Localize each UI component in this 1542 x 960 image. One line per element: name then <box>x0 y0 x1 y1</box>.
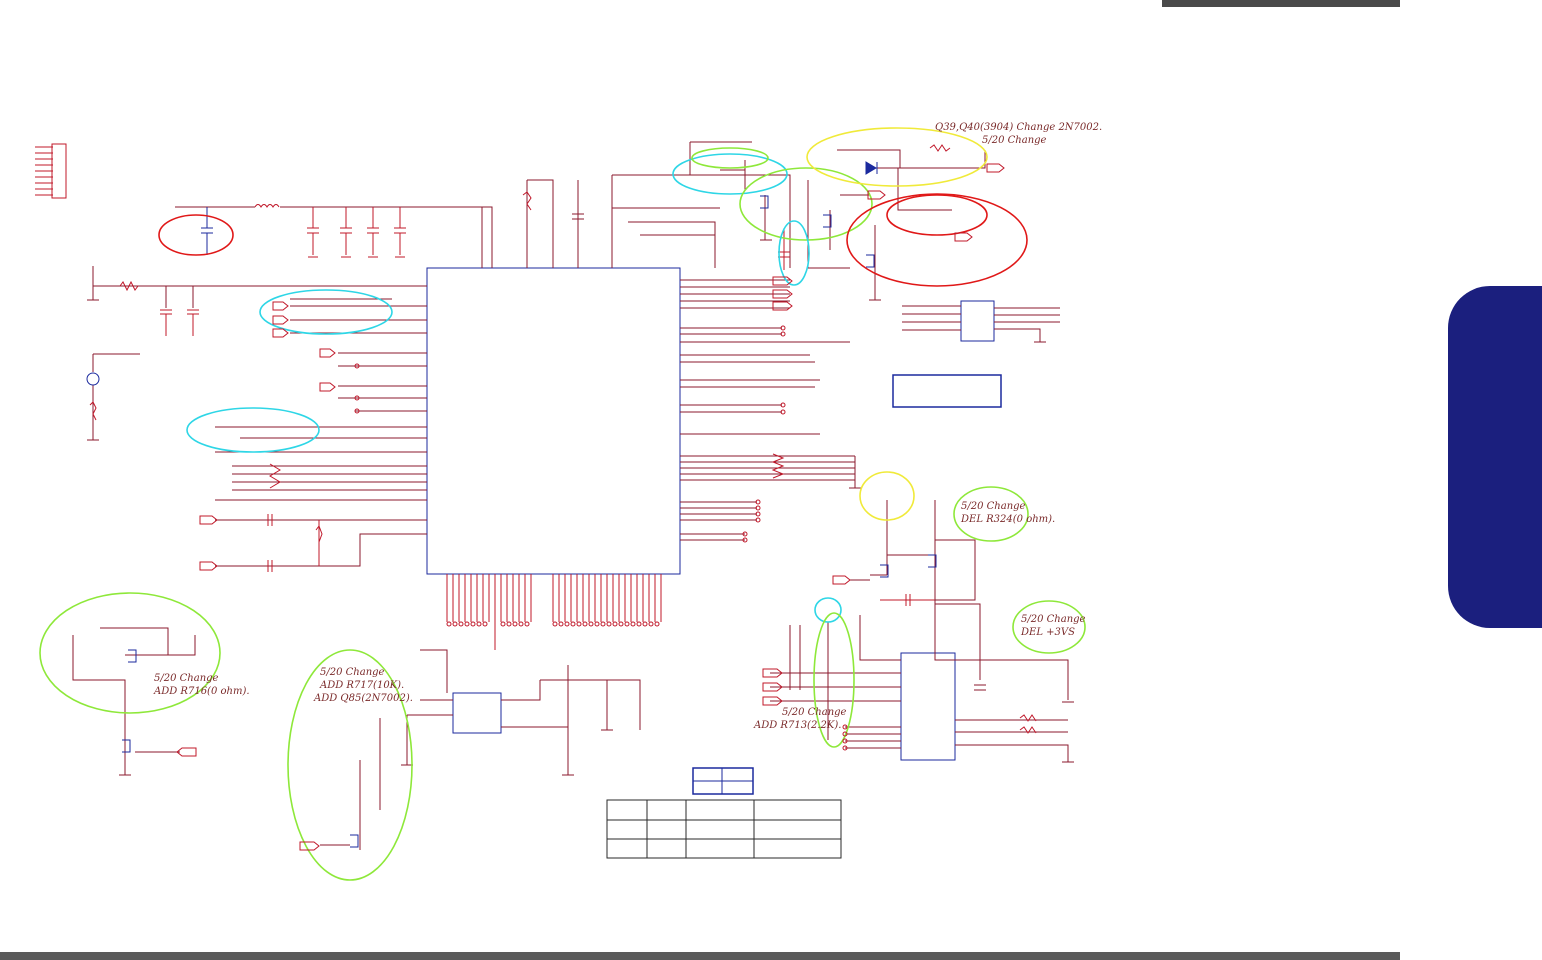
note-r717-line3: ADD Q85(2N7002). <box>314 693 413 704</box>
annotation-highlights <box>39 127 1086 881</box>
offpage-connectors <box>176 163 1005 851</box>
regulator-ic <box>452 692 502 734</box>
note-3vs-line1: 5/20 Change <box>1021 614 1086 625</box>
note-3vs-line2: DEL +3VS <box>1021 627 1075 638</box>
note-q39-date: 5/20 Change <box>982 135 1047 146</box>
small-ic-lower <box>900 652 956 761</box>
rail-capacitors <box>307 207 406 258</box>
note-r324-line2: DEL R324(0 ohm). <box>961 514 1056 525</box>
ic-right-pins <box>680 279 861 541</box>
blue-label-box <box>892 374 1002 408</box>
pin-markers <box>354 325 848 751</box>
note-r717-line2: ADD R717(10K). <box>320 680 405 691</box>
note-r324-line1: 5/20 Change <box>961 501 1026 512</box>
schematic-canvas <box>35 127 1086 881</box>
note-q39-change: Q39,Q40(3904) Change 2N7002. <box>935 122 1103 133</box>
note-r716-line1: 5/20 Change <box>154 673 219 684</box>
ic-bottom-pins <box>446 574 662 650</box>
note-r716-line2: ADD R716(0 ohm). <box>154 686 250 697</box>
note-r713-line2: ADD R713(2.2K). <box>754 720 842 731</box>
bottom-table <box>606 799 842 859</box>
note-r713-line1: 5/20 Change <box>782 707 847 718</box>
small-ic-upper <box>960 300 995 342</box>
left-connector-stack <box>35 143 67 199</box>
main-controller-ic <box>426 267 681 575</box>
note-r717-line1: 5/20 Change <box>320 667 385 678</box>
ic-left-pins <box>215 298 427 567</box>
